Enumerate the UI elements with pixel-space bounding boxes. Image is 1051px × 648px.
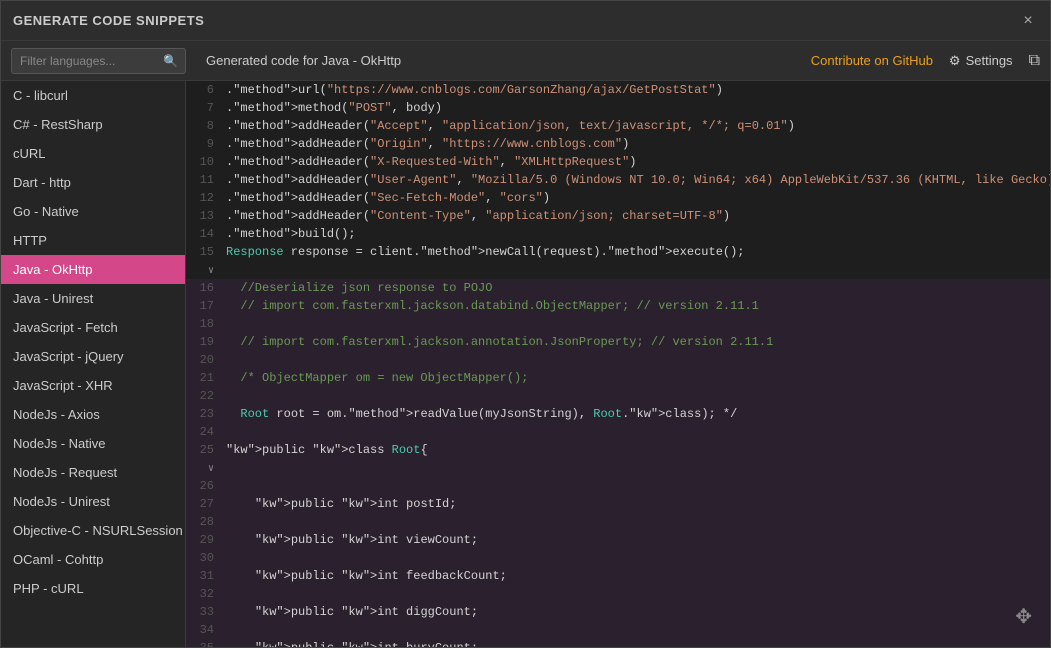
table-row: 19 // import com.fasterxml.jackson.annot…: [186, 333, 1050, 351]
app-window: GENERATE CODE SNIPPETS × 🔍 Generated cod…: [0, 0, 1051, 648]
main-content: C - libcurlC# - RestSharpcURLDart - http…: [1, 81, 1050, 647]
table-row: 7."method">method("POST", body): [186, 99, 1050, 117]
table-row: 30: [186, 549, 1050, 567]
table-row: 27 "kw">public "kw">int postId;: [186, 495, 1050, 513]
sidebar-item-nodejs-axios[interactable]: NodeJs - Axios: [1, 400, 185, 429]
search-icon: 🔍: [163, 54, 178, 68]
code-title: Generated code for Java - OkHttp: [206, 53, 801, 68]
toolbar-right: Contribute on GitHub ⚙ Settings ⧉: [811, 52, 1040, 70]
search-input[interactable]: [11, 48, 186, 74]
sidebar-item-go-native[interactable]: Go - Native: [1, 197, 185, 226]
sidebar-item-javascript-xhr[interactable]: JavaScript - XHR: [1, 371, 185, 400]
sidebar-item-nodejs-native[interactable]: NodeJs - Native: [1, 429, 185, 458]
table-row: 6."method">url("https://www.cnblogs.com/…: [186, 81, 1050, 99]
sidebar-item-javascript-fetch[interactable]: JavaScript - Fetch: [1, 313, 185, 342]
code-area[interactable]: 6."method">url("https://www.cnblogs.com/…: [186, 81, 1050, 647]
sidebar-item-nodejs-unirest[interactable]: NodeJs - Unirest: [1, 487, 185, 516]
title-bar: GENERATE CODE SNIPPETS ×: [1, 1, 1050, 41]
table-row: 25 ∨"kw">public "kw">class Root{: [186, 441, 1050, 477]
table-row: 34: [186, 621, 1050, 639]
table-row: 9."method">addHeader("Origin", "https://…: [186, 135, 1050, 153]
sidebar-item-dart-http[interactable]: Dart - http: [1, 168, 185, 197]
table-row: 18: [186, 315, 1050, 333]
sidebar-item-ocaml-cohttp[interactable]: OCaml - Cohttp: [1, 545, 185, 574]
sidebar-item-http[interactable]: HTTP: [1, 226, 185, 255]
table-row: 21 /* ObjectMapper om = new ObjectMapper…: [186, 369, 1050, 387]
table-row: 28: [186, 513, 1050, 531]
sidebar-item-c-restsharp[interactable]: C# - RestSharp: [1, 110, 185, 139]
table-row: 14."method">build();: [186, 225, 1050, 243]
settings-label: Settings: [966, 53, 1013, 68]
table-row: 16 //Deserialize json response to POJO: [186, 279, 1050, 297]
window-title: GENERATE CODE SNIPPETS: [13, 13, 204, 28]
table-row: 13."method">addHeader("Content-Type", "a…: [186, 207, 1050, 225]
settings-button[interactable]: ⚙ Settings: [949, 53, 1013, 69]
table-row: 22: [186, 387, 1050, 405]
table-row: 31 "kw">public "kw">int feedbackCount;: [186, 567, 1050, 585]
sidebar: C - libcurlC# - RestSharpcURLDart - http…: [1, 81, 186, 647]
sidebar-item-nodejs-request[interactable]: NodeJs - Request: [1, 458, 185, 487]
table-row: 24: [186, 423, 1050, 441]
table-row: 12."method">addHeader("Sec-Fetch-Mode", …: [186, 189, 1050, 207]
sidebar-item-php-curl[interactable]: PHP - cURL: [1, 574, 185, 603]
sidebar-item-javascript-jquery[interactable]: JavaScript - jQuery: [1, 342, 185, 371]
contribute-link[interactable]: Contribute on GitHub: [811, 53, 933, 68]
table-row: 35 "kw">public "kw">int buryCount;: [186, 639, 1050, 647]
table-row: 17 // import com.fasterxml.jackson.datab…: [186, 297, 1050, 315]
close-button[interactable]: ×: [1018, 11, 1038, 31]
table-row: 10."method">addHeader("X-Requested-With"…: [186, 153, 1050, 171]
move-icon[interactable]: ✥: [1015, 604, 1032, 629]
table-row: 32: [186, 585, 1050, 603]
table-row: 33 "kw">public "kw">int diggCount;: [186, 603, 1050, 621]
sidebar-item-java-okhttp[interactable]: Java - OkHttp: [1, 255, 185, 284]
sidebar-item-c-libcurl[interactable]: C - libcurl: [1, 81, 185, 110]
table-row: 23 Root root = om."method">readValue(myJ…: [186, 405, 1050, 423]
sidebar-item-java-unirest[interactable]: Java - Unirest: [1, 284, 185, 313]
fold-indicator[interactable]: ∨: [208, 266, 214, 277]
sidebar-item-curl[interactable]: cURL: [1, 139, 185, 168]
table-row: 11."method">addHeader("User-Agent", "Moz…: [186, 171, 1050, 189]
table-row: 29 "kw">public "kw">int viewCount;: [186, 531, 1050, 549]
search-wrap: 🔍: [11, 48, 186, 74]
code-table: 6."method">url("https://www.cnblogs.com/…: [186, 81, 1050, 647]
table-row: 15 ∨Response response = client."method">…: [186, 243, 1050, 279]
gear-icon: ⚙: [949, 53, 961, 69]
table-row: 8."method">addHeader("Accept", "applicat…: [186, 117, 1050, 135]
table-row: 26: [186, 477, 1050, 495]
sidebar-item-objc-nsurlsession[interactable]: Objective-C - NSURLSession: [1, 516, 185, 545]
table-row: 20: [186, 351, 1050, 369]
toolbar: 🔍 Generated code for Java - OkHttp Contr…: [1, 41, 1050, 81]
fold-indicator[interactable]: ∨: [208, 464, 214, 475]
copy-button[interactable]: ⧉: [1029, 52, 1040, 70]
